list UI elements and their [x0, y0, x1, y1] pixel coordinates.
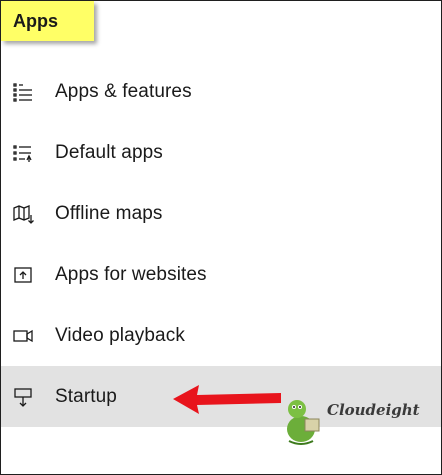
nav-item-offline-maps[interactable]: Offline maps — [1, 183, 441, 244]
apps-nav-list: Apps & features Default apps Offline map… — [1, 61, 441, 427]
apps-for-websites-icon — [11, 263, 35, 287]
cloudeight-mascot-icon — [287, 400, 320, 445]
nav-item-label: Video playback — [55, 324, 185, 346]
nav-item-label: Offline maps — [55, 202, 163, 224]
red-arrow-annotation — [173, 385, 281, 414]
nav-item-label: Startup — [55, 385, 117, 407]
nav-item-apps-features[interactable]: Apps & features — [1, 61, 441, 122]
nav-item-apps-for-websites[interactable]: Apps for websites — [1, 244, 441, 305]
section-title-highlight: Apps — [1, 1, 94, 41]
default-apps-icon — [11, 141, 35, 165]
nav-item-label: Default apps — [55, 141, 163, 163]
nav-item-video-playback[interactable]: Video playback — [1, 305, 441, 366]
page-title: Apps — [13, 10, 58, 31]
apps-features-icon — [11, 80, 35, 104]
nav-item-default-apps[interactable]: Default apps — [1, 122, 441, 183]
settings-panel: Apps Apps & features Default apps Offlin… — [0, 0, 442, 475]
offline-maps-icon — [11, 202, 35, 226]
cloudeight-watermark: Cloudeight — [277, 389, 427, 449]
nav-item-label: Apps & features — [55, 80, 192, 102]
watermark-text: Cloudeight — [327, 401, 420, 419]
nav-item-label: Apps for websites — [55, 263, 207, 285]
video-playback-icon — [11, 324, 35, 348]
startup-icon — [11, 385, 35, 409]
